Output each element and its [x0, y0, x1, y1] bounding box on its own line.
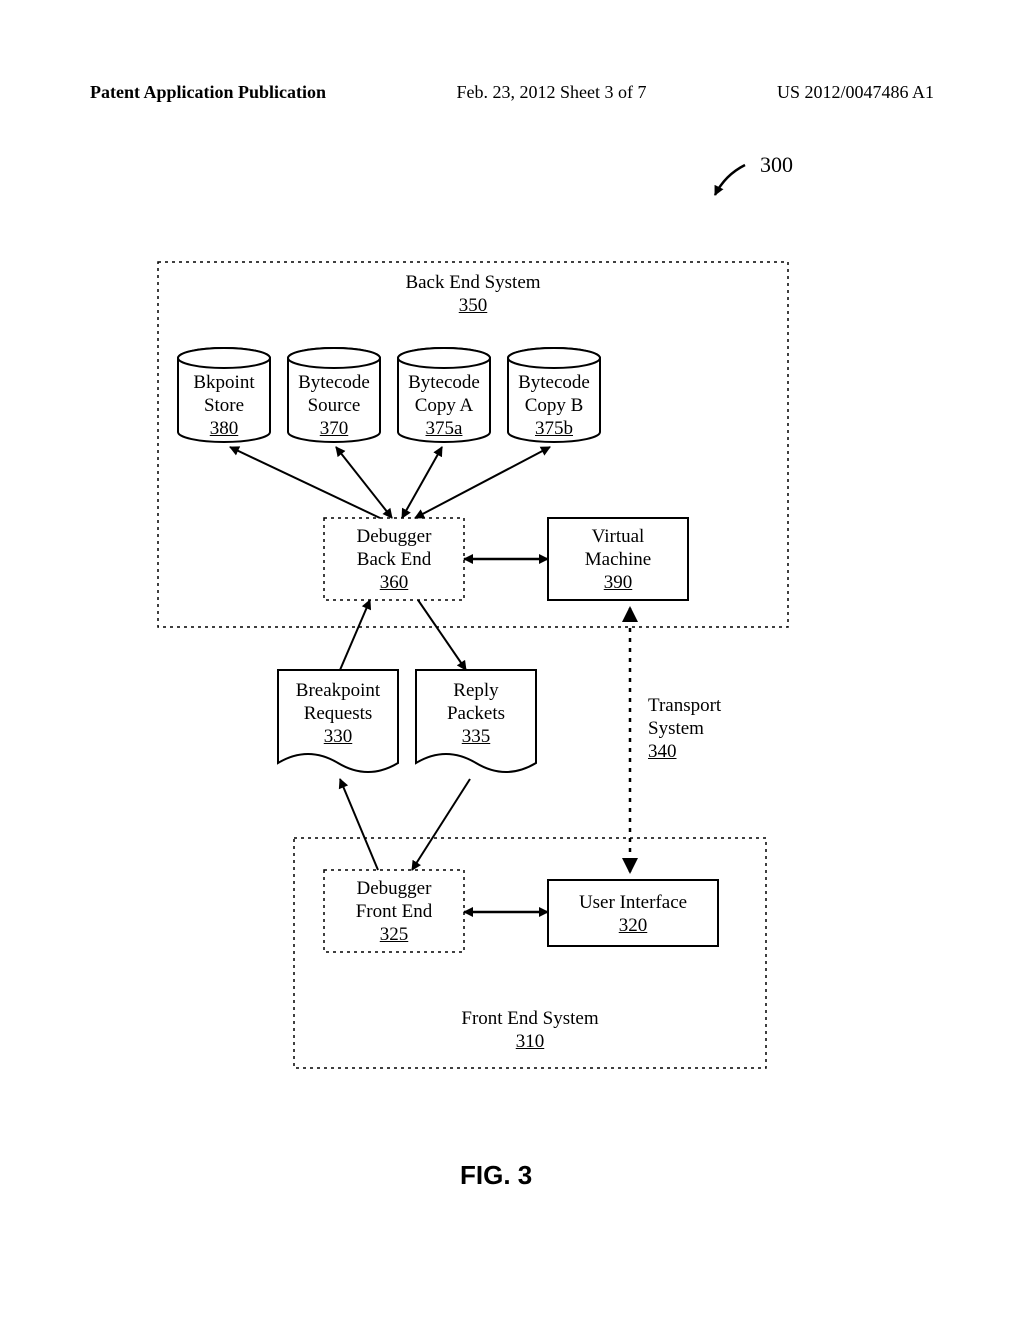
req-l2: Requests: [278, 703, 398, 726]
debugger-backend-ref: 360: [324, 572, 464, 595]
bkpoint-ref: 380: [178, 418, 270, 441]
reply-ref: 335: [416, 726, 536, 749]
frontend-title: Front End System: [294, 1008, 766, 1031]
copy-a-l2: Copy A: [398, 395, 490, 418]
source-l2: Source: [288, 395, 380, 418]
debugger-frontend-ref: 325: [324, 924, 464, 947]
backend-title: Back End System: [158, 272, 788, 295]
copy-b-label: Bytecode Copy B 375b: [508, 372, 600, 440]
reply-l2: Packets: [416, 703, 536, 726]
copy-a-label: Bytecode Copy A 375a: [398, 372, 490, 440]
source-label: Bytecode Source 370: [288, 372, 380, 440]
transport-l1: Transport: [648, 695, 758, 718]
frontend-ref: 310: [294, 1031, 766, 1054]
copy-b-l2: Copy B: [508, 395, 600, 418]
copy-a-ref: 375a: [398, 418, 490, 441]
source-l1: Bytecode: [288, 372, 380, 395]
frontend-title-block: Front End System 310: [294, 1008, 766, 1054]
req-ref: 330: [278, 726, 398, 749]
transport-l2: System: [648, 718, 758, 741]
source-ref: 370: [288, 418, 380, 441]
debugger-frontend-l1: Debugger: [324, 878, 464, 901]
vm-label: Virtual Machine 390: [548, 526, 688, 594]
vm-ref: 390: [548, 572, 688, 595]
debugger-frontend-label: Debugger Front End 325: [324, 878, 464, 946]
reply-l1: Reply: [416, 680, 536, 703]
bkpoint-label: Bkpoint Store 380: [178, 372, 270, 440]
vm-l2: Machine: [548, 549, 688, 572]
debugger-backend-l2: Back End: [324, 549, 464, 572]
debugger-backend-label: Debugger Back End 360: [324, 526, 464, 594]
backend-title-block: Back End System 350: [158, 272, 788, 318]
ui-ref: 320: [548, 915, 718, 938]
reply-packets-label: Reply Packets 335: [416, 680, 536, 748]
copy-b-l1: Bytecode: [508, 372, 600, 395]
debugger-backend-l1: Debugger: [324, 526, 464, 549]
req-l1: Breakpoint: [278, 680, 398, 703]
backend-ref: 350: [158, 295, 788, 318]
breakpoint-req-label: Breakpoint Requests 330: [278, 680, 398, 748]
ui-l1: User Interface: [548, 892, 718, 915]
transport-ref: 340: [648, 741, 758, 764]
debugger-frontend-l2: Front End: [324, 901, 464, 924]
figure-label: FIG. 3: [460, 1160, 532, 1191]
transport-label: Transport System 340: [648, 695, 758, 763]
user-interface-label: User Interface 320: [548, 892, 718, 938]
copy-a-l1: Bytecode: [398, 372, 490, 395]
ref-300: 300: [760, 152, 793, 178]
bkpoint-l2: Store: [178, 395, 270, 418]
diagram-svg: [0, 0, 1024, 1320]
bkpoint-l1: Bkpoint: [178, 372, 270, 395]
vm-l1: Virtual: [548, 526, 688, 549]
copy-b-ref: 375b: [508, 418, 600, 441]
